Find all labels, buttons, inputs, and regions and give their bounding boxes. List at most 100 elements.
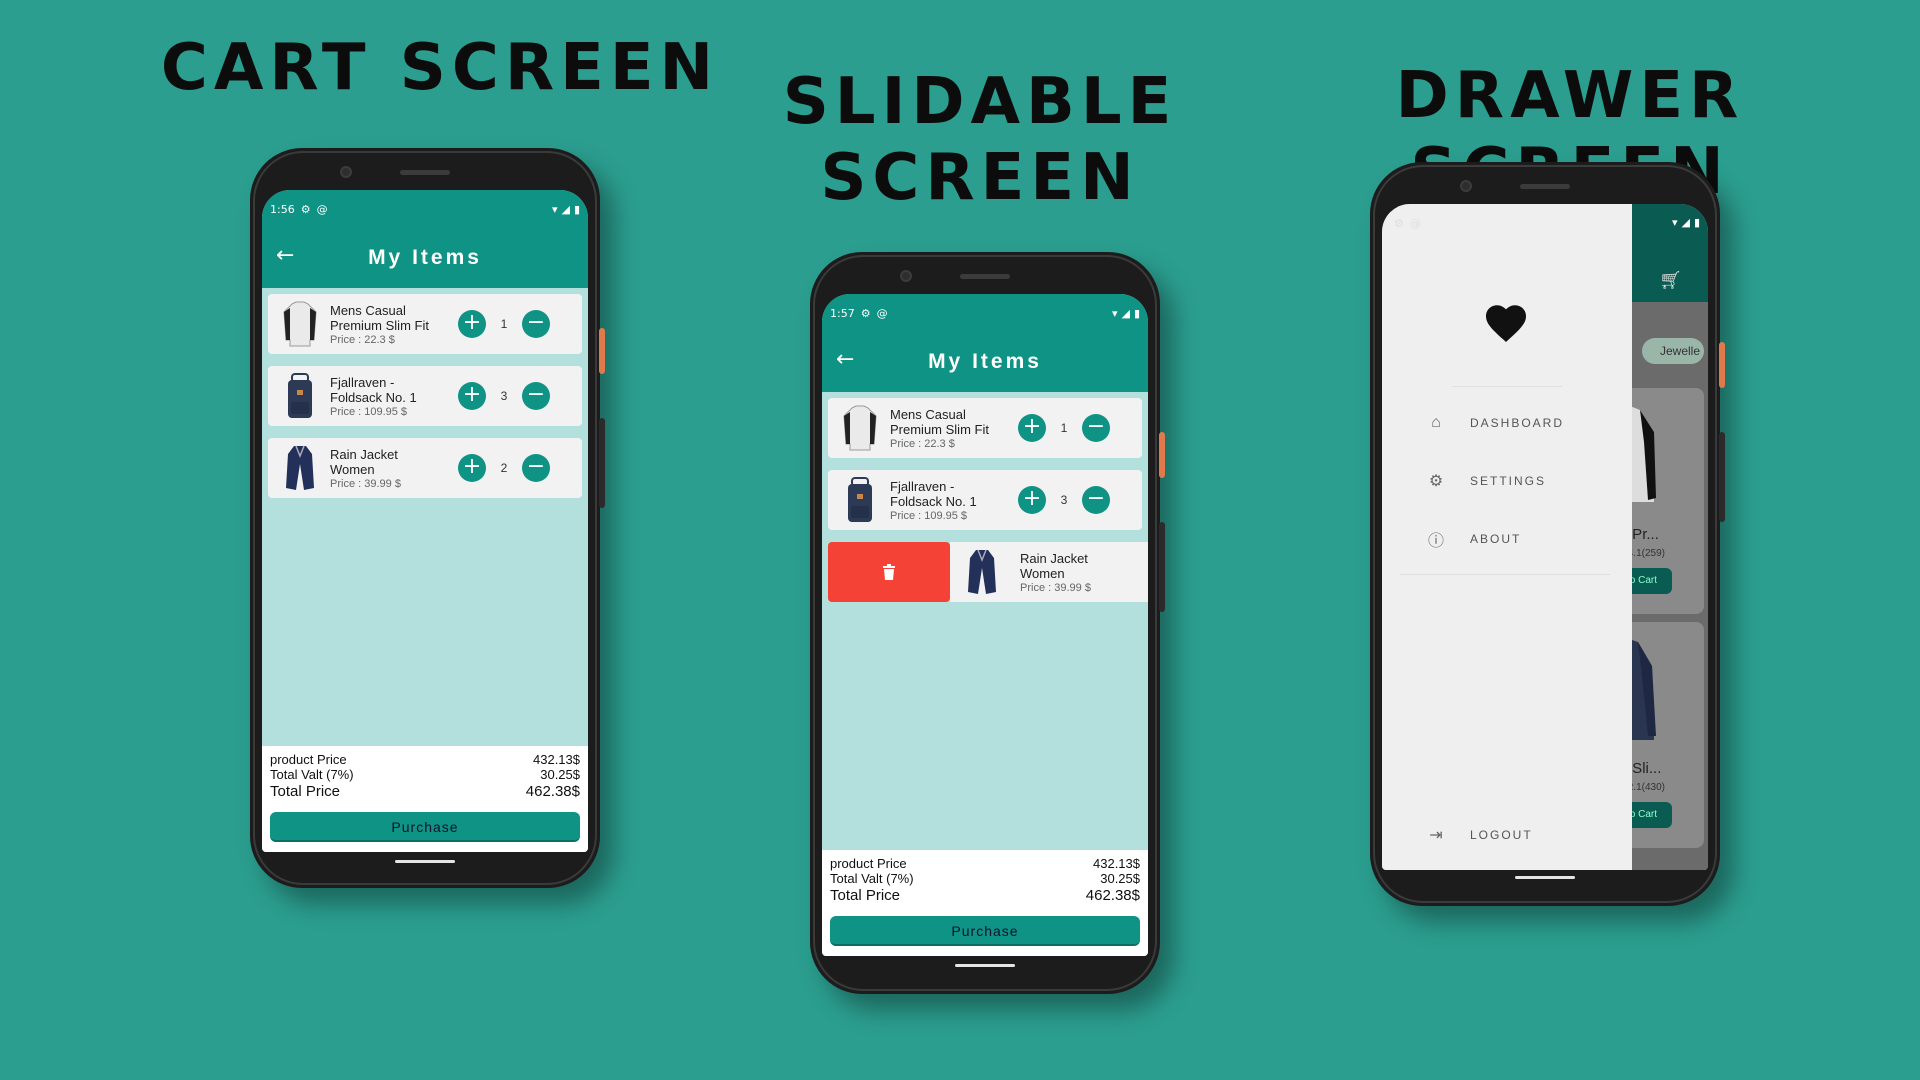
product-price-label: product Price <box>270 752 347 767</box>
list-item[interactable]: Rain Jacket Women Price : 39.99 $ + 2 − <box>268 438 582 498</box>
battery-icon: ▮ <box>573 202 580 216</box>
product-price-value: 432.13$ <box>1093 856 1140 871</box>
item-name-line1: Fjallraven - <box>330 374 395 390</box>
drawer-item-label: LOGOUT <box>1470 828 1533 842</box>
purchase-area: Purchase <box>822 910 1148 956</box>
power-button <box>1159 432 1165 478</box>
product-image-shirt <box>836 402 884 454</box>
list-item[interactable]: Fjallraven - Foldsack No. 1 Price : 109.… <box>828 470 1142 530</box>
minus-icon[interactable]: − <box>1082 414 1110 442</box>
item-price: Price : 22.3 $ <box>330 333 395 346</box>
arrow-left-icon[interactable]: ← <box>276 244 294 268</box>
vat-value: 30.25$ <box>1100 871 1140 886</box>
product-price-value: 432.13$ <box>533 752 580 767</box>
plus-icon[interactable]: + <box>458 310 486 338</box>
gear-icon: ⚙ <box>860 306 871 320</box>
status-bar: 1:56 ⚙ @ ▾ ◢ ▮ <box>262 190 588 228</box>
item-name-line2: Foldsack No. 1 <box>890 493 977 509</box>
page-title: My Items <box>368 246 482 269</box>
home-icon: ⌂ <box>1431 414 1443 431</box>
item-info: Fjallraven - Foldsack No. 1 Price : 109.… <box>330 375 458 418</box>
purchase-area: Purchase <box>262 806 588 852</box>
list-item-slid[interactable]: Rain Jacket Women Price : 39.99 $ <box>828 542 1148 602</box>
item-quantity: 3 <box>1060 493 1068 507</box>
trash-icon <box>883 564 895 580</box>
price-summary: product Price 432.13$ Total Valt (7%) 30.2… <box>822 850 1148 911</box>
product-card: ual Sli... ★ 2.1(430) to Cart <box>1608 622 1704 848</box>
minus-icon[interactable]: − <box>522 454 550 482</box>
drawer-item-about[interactable]: ⓘ ABOUT <box>1426 528 1521 550</box>
item-price: Price : 22.3 $ <box>890 437 955 450</box>
item-name-line2: Women <box>1020 565 1065 581</box>
status-time: 1:57 <box>830 306 855 320</box>
item-info: Rain Jacket Women Price : 39.99 $ <box>330 447 458 490</box>
at-icon: @ <box>316 202 328 216</box>
item-name-line2: Premium Slim Fit <box>330 317 429 333</box>
front-camera <box>900 270 912 282</box>
home-indicator <box>395 860 455 863</box>
purchase-button[interactable]: Purchase <box>830 916 1140 946</box>
plus-icon[interactable]: + <box>458 454 486 482</box>
drawer-item-label: ABOUT <box>1470 532 1522 546</box>
slid-item-content[interactable]: Rain Jacket Women Price : 39.99 $ <box>950 542 1148 602</box>
list-item[interactable]: Mens Casual Premium Slim Fit Price : 22.… <box>268 294 582 354</box>
drawer-item-logout[interactable]: ⇥ LOGOUT <box>1426 824 1533 846</box>
product-image-jacket <box>958 546 1006 598</box>
product-image-jacket <box>276 442 324 494</box>
status-bar: 1:57 ⚙ @ ▾ ◢ ▮ <box>822 294 1148 332</box>
product-price-label: product Price <box>830 856 907 871</box>
item-name-line1: Rain Jacket <box>1020 550 1088 566</box>
total-price-value: 462.38$ <box>525 783 580 800</box>
list-item[interactable]: Mens Casual Premium Slim Fit Price : 22.… <box>828 398 1142 458</box>
wifi-icon: ▾ <box>1111 306 1118 320</box>
signal-icon: ◢ <box>1681 216 1690 229</box>
cart-phone: 1:56 ⚙ @ ▾ ◢ ▮ ← My Items Mens Casual Pr… <box>250 148 605 888</box>
earpiece-speaker <box>400 170 450 175</box>
delete-action[interactable] <box>828 542 950 602</box>
product-image-shirt <box>276 298 324 350</box>
plus-icon[interactable]: + <box>1018 486 1046 514</box>
drawer-status-icons: ⚙ @ <box>1382 204 1632 242</box>
purchase-button[interactable]: Purchase <box>270 812 580 842</box>
drawer-screen: ▾ ◢ ▮ 🛒︎ Jewelle ual Pr... ★ 4.1(259) to… <box>1382 204 1708 870</box>
divider <box>1452 386 1562 387</box>
price-summary: product Price 432.13$ Total Valt (7%) 30.2… <box>262 746 588 807</box>
minus-icon[interactable]: − <box>1082 486 1110 514</box>
home-indicator <box>1515 876 1575 879</box>
cart-item-list: Mens Casual Premium Slim Fit Price : 22.… <box>822 392 1148 602</box>
page-title: My Items <box>928 350 1042 373</box>
battery-icon: ▮ <box>1693 216 1700 229</box>
power-button <box>599 328 605 374</box>
power-button <box>1719 342 1725 388</box>
cart-screen-heading: CART SCREEN <box>160 31 720 105</box>
plus-icon[interactable]: + <box>1018 414 1046 442</box>
earpiece-speaker <box>1520 184 1570 189</box>
item-quantity: 2 <box>500 461 508 475</box>
app-bar: ← My Items <box>822 332 1148 392</box>
status-time: 1:56 <box>270 202 295 216</box>
drawer-item-label: DASHBOARD <box>1470 416 1565 430</box>
item-name-line1: Rain Jacket <box>330 446 398 462</box>
list-item[interactable]: Fjallraven - Foldsack No. 1 Price : 109.… <box>268 366 582 426</box>
plus-icon[interactable]: + <box>458 382 486 410</box>
volume-button <box>599 418 605 508</box>
item-info: Rain Jacket Women Price : 39.99 $ <box>1020 551 1148 594</box>
item-price: Price : 109.95 $ <box>890 509 968 522</box>
arrow-left-icon[interactable]: ← <box>836 348 854 372</box>
drawer-item-label: SETTINGS <box>1470 474 1547 488</box>
earpiece-speaker <box>960 274 1010 279</box>
item-quantity: 1 <box>1060 421 1068 435</box>
item-info: Mens Casual Premium Slim Fit Price : 22.… <box>330 303 458 346</box>
navigation-drawer: ⚙ @ ⌂ DASHBOARD ⚙ SETTINGS ⓘ ABOUT ⇥ LOG… <box>1382 204 1632 870</box>
slidable-screen-heading: SLIDABLE SCREEN <box>760 64 1200 216</box>
battery-icon: ▮ <box>1133 306 1140 320</box>
minus-icon[interactable]: − <box>522 382 550 410</box>
drawer-item-settings[interactable]: ⚙ SETTINGS <box>1426 470 1546 492</box>
slidable-heading-line1: SLIDABLE <box>782 65 1178 139</box>
product-image-backpack <box>276 370 324 422</box>
item-name-line1: Mens Casual <box>330 302 406 318</box>
home-indicator <box>955 964 1015 967</box>
drawer-item-dashboard[interactable]: ⌂ DASHBOARD <box>1426 412 1564 434</box>
minus-icon[interactable]: − <box>522 310 550 338</box>
item-quantity: 3 <box>500 389 508 403</box>
